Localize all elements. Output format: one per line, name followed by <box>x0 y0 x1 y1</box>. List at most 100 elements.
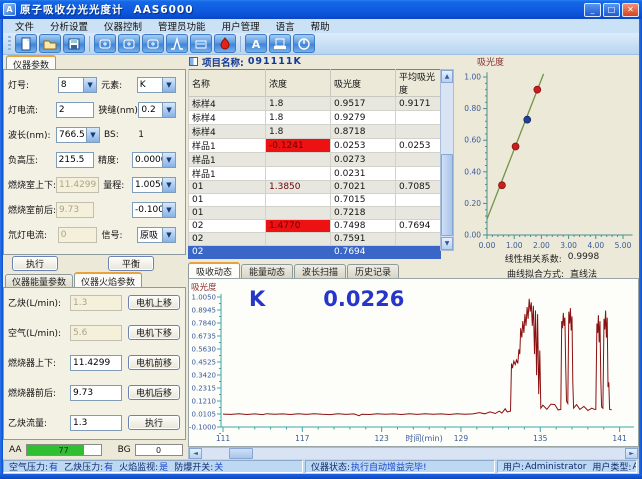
cell-conc[interactable]: 1.8 <box>266 111 331 125</box>
table-row[interactable]: 样品1 0.0231 <box>189 167 441 181</box>
cell-abs[interactable]: 0.9279 <box>331 111 396 125</box>
scroll-right-icon[interactable]: ► <box>625 448 638 459</box>
cell-avg[interactable] <box>396 207 441 220</box>
flame-input-2[interactable]: 11.4299 <box>70 355 122 371</box>
table-scrollbar[interactable]: ▲ ▼ <box>440 69 454 251</box>
toolbar-button-instrument[interactable] <box>269 34 291 53</box>
param-control2-3[interactable]: 0.0000▼ <box>132 152 176 168</box>
table-row[interactable]: 样品1-0.12410.02530.0253 <box>189 139 441 153</box>
cell-name[interactable]: 样品1 <box>189 139 266 153</box>
param-control-3[interactable]: 215.5 <box>56 152 94 168</box>
cell-conc[interactable] <box>266 207 331 220</box>
cell-avg[interactable]: 0.7085 <box>396 181 441 194</box>
menu-item-4[interactable]: 用户管理 <box>214 20 268 33</box>
menu-item-0[interactable]: 文件 <box>7 20 42 33</box>
col-header-1[interactable]: 浓度 <box>266 70 331 97</box>
scroll-left-icon[interactable]: ◄ <box>189 448 202 459</box>
toolbar-button-save[interactable] <box>63 34 85 53</box>
balance-button[interactable]: 平衡 <box>108 256 154 271</box>
tab-历史记录[interactable]: 历史记录 <box>347 264 399 278</box>
tab-flame-1[interactable]: 仪器火焰参数 <box>74 272 142 288</box>
cell-avg[interactable]: 0.9171 <box>396 97 441 111</box>
cell-avg[interactable]: 0.7694 <box>396 220 441 233</box>
cell-abs[interactable]: 0.9517 <box>331 97 396 111</box>
cell-conc[interactable] <box>266 246 331 259</box>
toolbar-button-wavelength-scan[interactable] <box>166 34 188 53</box>
chevron-down-icon[interactable]: ▼ <box>162 77 176 93</box>
tab-波长扫描[interactable]: 波长扫描 <box>294 264 346 278</box>
toolbar-button-lamp-2[interactable] <box>118 34 140 53</box>
maximize-button[interactable]: □ <box>603 3 620 17</box>
cell-abs[interactable]: 0.0273 <box>331 153 396 167</box>
cell-conc[interactable] <box>266 233 331 246</box>
cell-abs[interactable]: 0.7015 <box>331 194 396 207</box>
table-row[interactable]: 010.7218 <box>189 207 441 220</box>
toolbar-button-burner[interactable] <box>190 34 212 53</box>
param-control2-6[interactable]: 原吸▼ <box>137 227 176 243</box>
toolbar-button-lamp-1[interactable] <box>94 34 116 53</box>
chevron-down-icon[interactable]: ▼ <box>162 152 176 168</box>
param-control2-4[interactable]: 1.0050▼ <box>132 177 176 193</box>
param-control2-5[interactable]: -0.1000▼ <box>132 202 176 218</box>
cell-abs[interactable]: 0.0253 <box>331 139 396 153</box>
flame-button-2[interactable]: 电机前移 <box>128 355 180 370</box>
chevron-down-icon[interactable]: ▼ <box>162 177 176 193</box>
cell-conc[interactable] <box>266 153 331 167</box>
cell-name[interactable]: 02 <box>189 233 266 246</box>
cell-name[interactable]: 01 <box>189 181 266 194</box>
table-row[interactable]: 样品10.0273 <box>189 153 441 167</box>
param-control2-0[interactable]: K▼ <box>137 77 176 93</box>
flame-input-4[interactable]: 1.3 <box>70 415 122 431</box>
chevron-down-icon[interactable]: ▼ <box>162 102 176 118</box>
tab-flame-0[interactable]: 仪器能量参数 <box>5 274 73 288</box>
cell-abs[interactable]: 0.8718 <box>331 125 396 139</box>
cell-name[interactable]: 样品1 <box>189 167 266 181</box>
chevron-down-icon[interactable]: ▼ <box>83 77 97 93</box>
cell-avg[interactable] <box>396 153 441 167</box>
menu-item-3[interactable]: 管理员功能 <box>150 20 214 33</box>
cell-conc[interactable]: 1.8 <box>266 97 331 111</box>
cell-name[interactable]: 标样4 <box>189 111 266 125</box>
col-header-2[interactable]: 吸光度 <box>331 70 396 97</box>
tab-吸收动态[interactable]: 吸收动态 <box>188 262 240 278</box>
flame-button-3[interactable]: 电机后移 <box>128 385 180 400</box>
cell-abs[interactable]: 0.0231 <box>331 167 396 181</box>
param-control-1[interactable]: 2 <box>56 102 95 118</box>
cell-conc[interactable]: 1.4770 <box>266 220 331 233</box>
execute-button[interactable]: 执行 <box>12 256 58 271</box>
cell-avg[interactable] <box>396 246 441 259</box>
cell-abs[interactable]: 0.7591 <box>331 233 396 246</box>
cell-name[interactable]: 02 <box>189 220 266 233</box>
table-row[interactable]: 011.38500.70210.7085 <box>189 181 441 194</box>
menu-item-6[interactable]: 帮助 <box>303 20 338 33</box>
toolbar-button-open-file[interactable] <box>39 34 61 53</box>
cell-abs[interactable]: 0.7021 <box>331 181 396 194</box>
table-row[interactable]: 021.47700.74980.7694 <box>189 220 441 233</box>
menu-item-5[interactable]: 语言 <box>268 20 303 33</box>
table-row[interactable]: 标样41.80.95170.9171 <box>189 97 441 111</box>
cell-conc[interactable]: -0.1241 <box>266 139 331 153</box>
chevron-down-icon[interactable]: ▼ <box>162 202 176 218</box>
table-row[interactable]: 标样41.80.8718 <box>189 125 441 139</box>
scroll-down-icon[interactable]: ▼ <box>441 237 453 250</box>
cell-avg[interactable] <box>396 111 441 125</box>
cell-name[interactable]: 01 <box>189 207 266 220</box>
cell-conc[interactable] <box>266 194 331 207</box>
param-control2-1[interactable]: 0.2▼ <box>138 102 176 118</box>
param-control-0[interactable]: 8▼ <box>58 77 97 93</box>
cell-avg[interactable] <box>396 125 441 139</box>
flame-button-1[interactable]: 电机下移 <box>128 325 180 340</box>
param-control-2[interactable]: 766.5▼ <box>56 127 100 143</box>
toolbar-button-auto-gain[interactable]: A <box>245 34 267 53</box>
col-header-3[interactable]: 平均吸光度 <box>396 70 441 97</box>
cell-avg[interactable] <box>396 167 441 181</box>
toolbar-button-ignite-flame[interactable] <box>214 34 236 53</box>
toolbar-button-lamp-energy[interactable] <box>142 34 164 53</box>
cell-abs[interactable]: 0.7498 <box>331 220 396 233</box>
menu-item-1[interactable]: 分析设置 <box>42 20 96 33</box>
menu-item-2[interactable]: 仪器控制 <box>96 20 150 33</box>
cell-name[interactable]: 标样4 <box>189 97 266 111</box>
cell-name[interactable]: 标样4 <box>189 125 266 139</box>
chevron-down-icon[interactable]: ▼ <box>86 127 100 143</box>
cell-name[interactable]: 02 <box>189 246 266 259</box>
